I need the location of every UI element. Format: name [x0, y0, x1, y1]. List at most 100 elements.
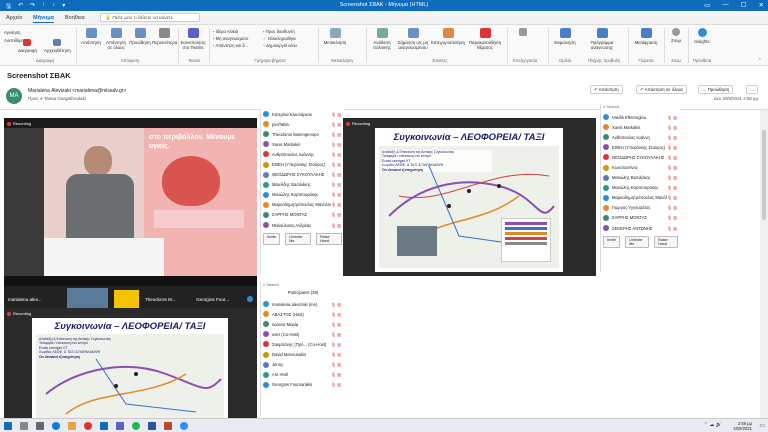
spotify-icon[interactable] — [132, 422, 140, 430]
participant-row[interactable]: Μαρκοδημητρόπουλος Μανόλιος 🎙 ▨ — [261, 200, 344, 210]
tab-help[interactable]: Βοήθεια — [65, 15, 85, 21]
participant-row[interactable]: Ιωάννα Μαρία 🎙 ▨ — [261, 319, 344, 329]
participant-row[interactable]: user (Co-Host) 🎙 ▨ — [261, 329, 344, 339]
participant-row[interactable]: Georgios Fournarakis 🎙 ▨ — [261, 380, 344, 390]
participant-row[interactable]: Ant Hroll 🎙 ▨ — [261, 370, 344, 380]
zoom-app-icon[interactable] — [180, 422, 188, 430]
list-search[interactable]: ⌕ Search — [603, 104, 619, 109]
start-icon[interactable] — [4, 422, 12, 430]
participant-row[interactable]: ΣΑΡΡΗΣ ΜΟΝΤΑΣ 🎙 ▨ — [261, 210, 344, 220]
participant-row[interactable]: Κωνσταντίνος 🎙 ▨ — [601, 162, 680, 172]
reply-all-button[interactable]: Απάντηση σε όλους — [104, 28, 128, 50]
clock[interactable]: 2:59 μμ 20/9/2021 — [733, 421, 752, 431]
participant-row[interactable]: ΣΑΡΡΗΣ ΜΟΝΤΑΣ 🎙 ▨ — [601, 213, 680, 223]
unmute-button[interactable]: Unmute Me — [625, 236, 649, 249]
forward-button[interactable]: Προώθηση — [129, 28, 151, 45]
archive-button[interactable]: Αρχειοθέτηση — [44, 39, 71, 53]
participant-row[interactable]: marialena alevizaki (me) 🎙 ▨ — [261, 299, 344, 309]
raise-hand-button[interactable]: Raise Hand — [653, 236, 678, 249]
participant-row[interactable]: Jenny 🎙 ▨ — [261, 360, 344, 370]
header-forward-button[interactable]: → Προώθηση — [698, 85, 734, 94]
participant-thumbnail[interactable] — [114, 290, 139, 308]
participant-row[interactable]: Μαρκοδημητρόπουλος Μανόλιος 🎙 ▨ — [601, 193, 680, 203]
participant-row[interactable]: Ανθρόπουλος Ιωάννης 🎙 ▨ — [261, 149, 344, 159]
participant-row[interactable]: Μαυλίδης Βασιλάκης 🎙 ▨ — [261, 180, 344, 190]
quick-step-2[interactable]: ▪ Μη αναγνωσμένο — [213, 36, 248, 41]
scrollbar[interactable] — [760, 110, 768, 418]
delete-button[interactable]: Διαγραφή — [18, 39, 37, 53]
participant-row[interactable]: ΘΕΟΔΩΡΗΣ ΣΥΚΟΥΛΑΚΗΣ 🎙 ▨ — [601, 152, 680, 162]
unmute-button[interactable]: Unmute Me — [285, 233, 311, 246]
word-icon[interactable] — [148, 422, 156, 430]
maximize-icon[interactable]: ☐ — [741, 1, 747, 9]
categorize-button[interactable]: Κατηγοριοποίηση — [431, 28, 465, 45]
participant-row[interactable]: Σακμπάνης (Πρό... (Co-Host) 🎙 ▨ — [261, 339, 344, 349]
participant-thumbnail[interactable] — [66, 288, 109, 310]
invite-button[interactable]: Invite — [263, 233, 281, 246]
invite-button[interactable]: Invite — [603, 236, 621, 249]
immersive-reader-button[interactable]: Πρόγραμμα ανάγνωσης — [583, 28, 621, 50]
participant-row[interactable]: Ανθόπουλος Ιωάννη 🎙 ▨ — [601, 132, 680, 142]
translate-button[interactable]: Μετάφραση — [632, 28, 660, 45]
participant-row[interactable]: Μανώλης Καρτσουράκης 🎙 ▨ — [261, 190, 344, 200]
follow-up-button[interactable]: Παρακολούθηση θέματος — [468, 28, 502, 50]
participant-row[interactable]: Xanis Markakis 🎙 ▨ — [261, 139, 344, 149]
participant-row[interactable]: Theodoros Mavrogenopo 🎙 ▨ — [261, 129, 344, 139]
zoom-button[interactable]: Ζουμ — [668, 28, 684, 43]
reply-button[interactable]: Απάντηση — [80, 28, 102, 45]
task-view-icon[interactable] — [36, 422, 44, 430]
recipient[interactable]: Tessa Gargathoulaki — [44, 96, 86, 101]
quick-step-6[interactable]: ϟ Δημιουργία νέου — [263, 43, 297, 48]
edge-icon[interactable] — [52, 422, 60, 430]
mark-unread-button[interactable]: Σήμανση ως μη αναγνωσμένου — [397, 28, 429, 50]
participant-row[interactable]: Μανώλης Βασιλάκης 🎙 ▨ — [601, 173, 680, 183]
insights-button[interactable]: Insights — [692, 28, 712, 44]
raise-hand-button[interactable]: Raise Hand — [315, 233, 342, 246]
tab-message[interactable]: Μήνυμα — [33, 15, 54, 23]
system-tray[interactable]: ⌃ ☁ 🔊 — [704, 422, 722, 428]
teams-icon[interactable] — [116, 422, 124, 430]
participant-row[interactable]: Μανώλης Καρτσουράκης 🎙 ▨ — [601, 183, 680, 193]
notification-icon[interactable]: ▭ — [759, 422, 765, 429]
participant-row[interactable]: ΑΒΑΣΤΟΣ (Host) 🎙 ▨ — [261, 309, 344, 319]
search-icon[interactable] — [20, 422, 28, 430]
collapse-ribbon-icon[interactable]: ⌃ — [758, 58, 762, 64]
participant-row[interactable]: Κατερίνα Κλεισιάρκου 🎙 ▨ — [261, 109, 344, 119]
read-aloud-button[interactable]: Εκφώνηση — [551, 28, 579, 45]
file-explorer-icon[interactable] — [68, 422, 76, 430]
participant-row[interactable]: David Manousakis 🎙 ▨ — [261, 349, 344, 359]
ribbon-display-icon[interactable]: ▭ — [704, 1, 710, 9]
ignore-button[interactable]: Αγνόηση — [4, 30, 20, 35]
tab-file[interactable]: Αρχείο — [6, 15, 22, 21]
more-respond-button[interactable]: Περισσότερα — [152, 28, 177, 45]
minimize-icon[interactable]: — — [722, 1, 729, 9]
participant-row[interactable]: ΘΕΟΔΩΡΗΣ ΣΥΚΟΥΛΑΚΗΣ 🎙 ▨ — [261, 170, 344, 180]
list-search[interactable]: ⌕ Search — [263, 282, 279, 287]
assign-policy-button[interactable]: Ανάθεση πολιτικής — [369, 28, 395, 50]
participant-row[interactable]: Xanis Markakis 🎙 ▨ — [601, 122, 680, 132]
tell-me-search[interactable]: 💡 Πείτε μου τι θέλετε να κάνετε — [100, 13, 200, 22]
editing-button[interactable] — [512, 28, 534, 38]
participant-row[interactable]: Μαλούλιανη Ανδρέας 🎙 ▨ — [261, 220, 344, 230]
share-to-teams-button[interactable]: Κοινοποίηση στο Teams — [180, 28, 206, 50]
quick-step-3[interactable]: ▪ Απάντηση και δ... — [213, 43, 248, 48]
quick-step-5[interactable]: ✓ Ολοκληρώθηκε — [263, 36, 296, 41]
outlook-icon[interactable] — [100, 422, 108, 430]
participant-row[interactable]: Γιώργος Υγγουράτος 🎙 ▨ — [601, 203, 680, 213]
participant-row[interactable]: pvaTabla 🎙 ▨ — [261, 119, 344, 129]
header-reply-button[interactable]: ↶ Απάντηση — [590, 85, 623, 94]
move-button[interactable]: Μετακίνηση — [322, 28, 348, 45]
chrome-icon[interactable] — [84, 422, 92, 430]
powerpoint-icon[interactable] — [164, 422, 172, 430]
participant-row[interactable]: Vasilis Eftemoglou 🎙 ▨ — [601, 112, 680, 122]
header-reply-all-button[interactable]: ↶ Απάντηση σε όλους — [636, 85, 688, 94]
more-actions-button[interactable]: … — [746, 85, 759, 94]
participant-row[interactable]: ΕΘΕΗ (Υπεράνκης Σταύρος) 🎙 ▨ — [601, 142, 680, 152]
participant-row[interactable]: ΣΕΚΕΡΗΣ ΑΝΤΩΝΗΣ 🎙 ▨ — [601, 223, 680, 233]
next-page-icon[interactable] — [247, 296, 253, 302]
scrollbar-thumb[interactable] — [762, 130, 766, 220]
participant-row[interactable]: ΕΘΕΗ (Υπεράνκης Σταύρος) 🎙 ▨ — [261, 159, 344, 169]
quick-step-1[interactable]: ▪ Ιδέρα Αλικιά — [213, 29, 238, 34]
close-icon[interactable]: ✕ — [759, 1, 764, 9]
quick-step-4[interactable]: ▪ Προς διευθυντή — [263, 29, 295, 34]
